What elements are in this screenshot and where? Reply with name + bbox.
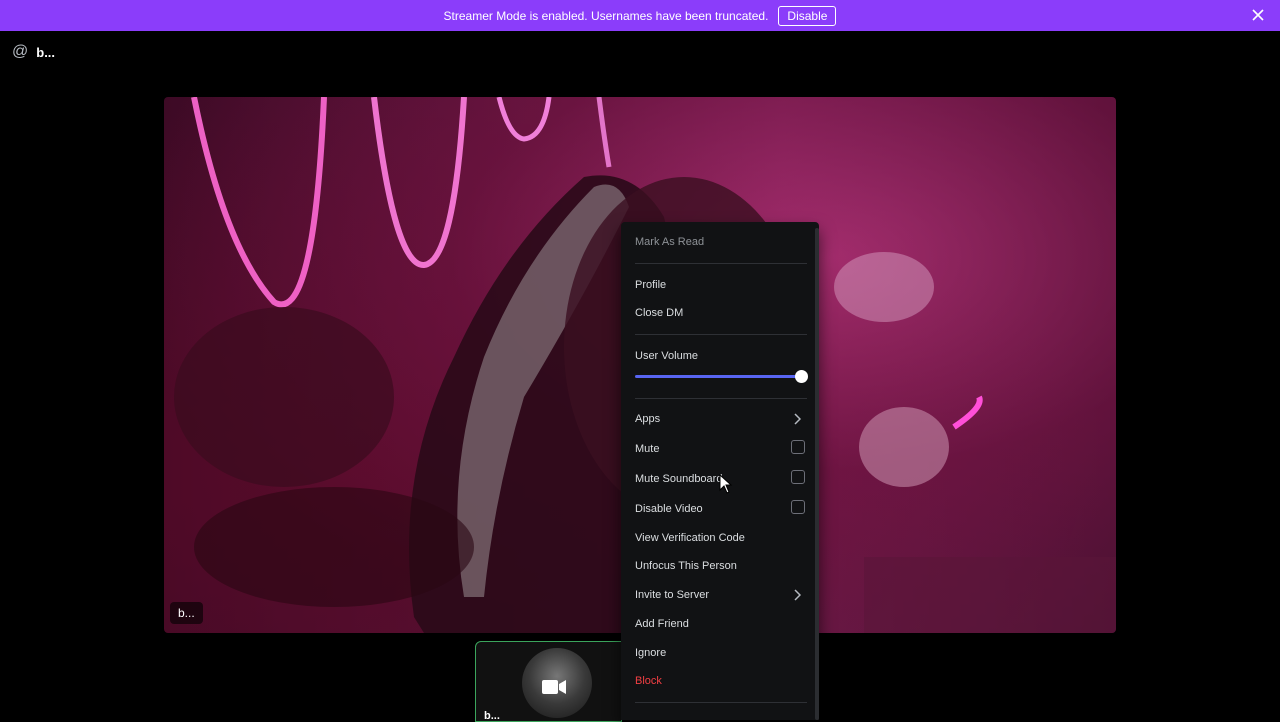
mini-tile-label: b... bbox=[484, 710, 500, 722]
menu-item-add-friend[interactable]: Add Friend bbox=[629, 611, 807, 637]
menu-item-close-dm[interactable]: Close DM bbox=[629, 300, 807, 326]
menu-item-label: Invite to Server bbox=[635, 589, 709, 601]
menu-item-invite-to-server[interactable]: Invite to Server bbox=[629, 582, 807, 608]
video-tile-label: b... bbox=[170, 602, 203, 624]
mute-checkbox[interactable] bbox=[791, 440, 805, 454]
menu-item-label: Apps bbox=[635, 413, 661, 425]
mouse-cursor-icon bbox=[719, 474, 733, 494]
mute-soundboard-checkbox[interactable] bbox=[791, 470, 805, 484]
menu-item-apps[interactable]: Apps bbox=[629, 406, 807, 432]
dm-header: @ b... bbox=[12, 43, 55, 61]
menu-item-label: Disable Video bbox=[635, 503, 703, 515]
menu-item-label: Profile bbox=[635, 279, 667, 291]
menu-item-view-verification-code[interactable]: View Verification Code bbox=[629, 525, 807, 551]
menu-item-block[interactable]: Block bbox=[629, 668, 807, 694]
video-camera-icon bbox=[542, 680, 566, 694]
user-volume-slider-track[interactable] bbox=[635, 375, 801, 378]
menu-item-label: Ignore bbox=[635, 647, 667, 659]
disable-video-checkbox[interactable] bbox=[791, 500, 805, 514]
menu-item-label: Unfocus This Person bbox=[635, 560, 737, 572]
menu-item-label: Mark As Read bbox=[635, 236, 705, 248]
chevron-right-icon bbox=[794, 589, 801, 601]
menu-item-mute-soundboard[interactable]: Mute Soundboard bbox=[629, 466, 807, 492]
menu-item-mark-as-read[interactable]: Mark As Read bbox=[629, 229, 807, 255]
menu-scrollbar[interactable] bbox=[815, 228, 819, 720]
menu-item-disable-video[interactable]: Disable Video bbox=[629, 496, 807, 522]
participant-mini-tile[interactable]: b... bbox=[475, 641, 622, 722]
menu-item-unfocus[interactable]: Unfocus This Person bbox=[629, 553, 807, 579]
menu-item-profile[interactable]: Profile bbox=[629, 272, 807, 298]
menu-item-label: Add Friend bbox=[635, 618, 689, 630]
menu-item-mute[interactable]: Mute bbox=[629, 436, 807, 462]
menu-item-label: Mute bbox=[635, 443, 660, 455]
streamer-mode-banner: Streamer Mode is enabled. Usernames have… bbox=[0, 0, 1280, 31]
menu-divider bbox=[635, 334, 807, 335]
at-icon: @ bbox=[12, 43, 29, 60]
user-context-menu: Mark As Read Profile Close DM User Volum… bbox=[621, 222, 819, 720]
banner-text: Streamer Mode is enabled. Usernames have… bbox=[443, 8, 769, 23]
menu-item-user-volume: User Volume bbox=[629, 343, 807, 369]
menu-divider bbox=[635, 398, 807, 399]
menu-item-label: Close DM bbox=[635, 307, 684, 319]
disable-streamer-mode-button[interactable]: Disable bbox=[778, 5, 837, 26]
menu-item-label: Mute Soundboard bbox=[635, 473, 723, 485]
menu-item-label: View Verification Code bbox=[635, 532, 745, 544]
menu-item-label: Block bbox=[635, 675, 662, 687]
close-icon[interactable] bbox=[1250, 7, 1266, 23]
menu-item-label: User Volume bbox=[635, 350, 698, 362]
chevron-right-icon bbox=[794, 413, 801, 425]
user-volume-slider-knob[interactable] bbox=[795, 370, 808, 383]
menu-divider bbox=[635, 702, 807, 703]
menu-item-ignore[interactable]: Ignore bbox=[629, 640, 807, 666]
dm-username[interactable]: b... bbox=[36, 45, 55, 60]
menu-divider bbox=[635, 263, 807, 264]
